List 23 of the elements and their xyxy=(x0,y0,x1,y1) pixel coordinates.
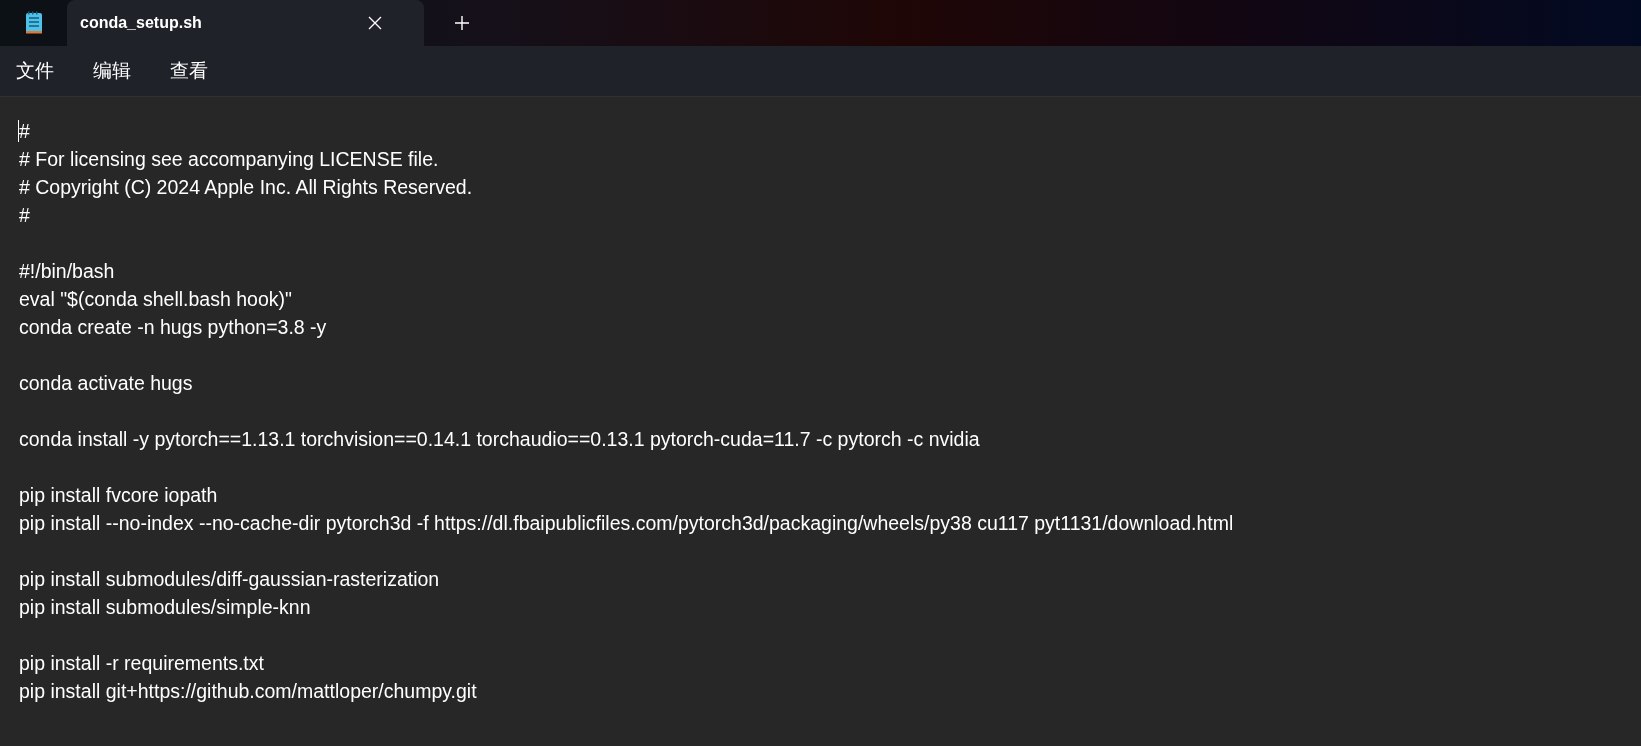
code-line: #!/bin/bash xyxy=(19,259,115,283)
code-line: pip install submodules/diff-gaussian-rasterization xyxy=(19,567,440,591)
menu-item[interactable]: 查看 xyxy=(170,58,208,84)
code-line: eval "$(conda shell.bash hook)" xyxy=(19,287,292,311)
code-line: # For licensing see accompanying LICENSE file. xyxy=(19,147,439,171)
file-tab[interactable]: conda_setup.sh xyxy=(67,0,424,46)
new-tab-icon[interactable] xyxy=(454,15,470,31)
code-line: conda install -y pytorch==1.13.1 torchvision==0.14.1 torchaudio==0.13.1 pytorch-cuda=11.7 -c pytorch -c nvidia xyxy=(19,427,980,451)
menu-item[interactable]: 文件 xyxy=(16,58,54,84)
code-line: # xyxy=(19,119,30,143)
code-line: pip install submodules/simple-knn xyxy=(19,595,311,619)
menu-item[interactable]: 编辑 xyxy=(93,58,131,84)
notepad-icon xyxy=(24,11,43,35)
code-line: # Copyright (C) 2024 Apple Inc. All Rights Reserved. xyxy=(19,175,473,199)
close-icon[interactable] xyxy=(368,16,382,30)
code-line: # xyxy=(19,203,30,227)
code-line: pip install fvcore iopath xyxy=(19,483,218,507)
code-line: pip install --no-index --no-cache-dir pytorch3d -f https://dl.fbaipublicfiles.com/pytorch3d/packaging/wheels/py38 cu117 pyt1131/download.html xyxy=(19,511,1234,535)
code-line: conda create -n hugs python=3.8 -y xyxy=(19,315,327,339)
code-line: pip install git+https://github.com/mattloper/chumpy.git xyxy=(19,679,477,703)
code-line: conda activate hugs xyxy=(19,371,193,395)
code-line: pip install -r requirements.txt xyxy=(19,651,264,675)
text-cursor xyxy=(18,120,19,142)
